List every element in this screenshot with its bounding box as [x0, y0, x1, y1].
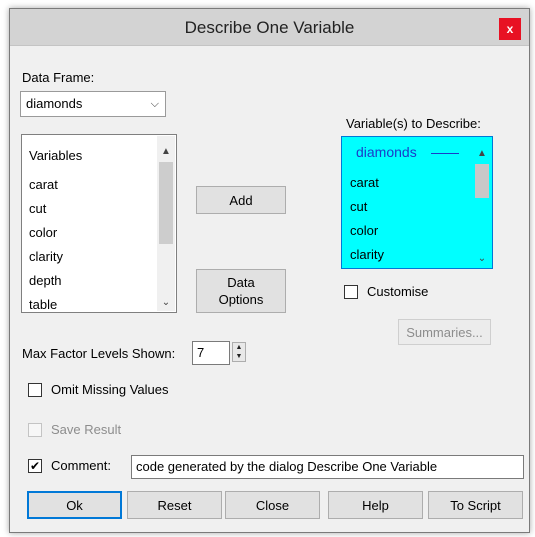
list-item[interactable]: color	[29, 225, 57, 240]
target-header: diamonds	[356, 144, 417, 160]
variables-listbox[interactable]: Variables carat cut color clarity depth …	[21, 134, 177, 313]
close-button[interactable]: Close	[225, 491, 320, 519]
max-factor-stepper[interactable]: ▲ ▼	[232, 342, 246, 362]
variables-scrollbar[interactable]: ▲ ⌄	[157, 136, 175, 311]
arrow-up-icon[interactable]: ▲	[233, 343, 245, 352]
title-bar[interactable]: Describe One Variable x	[10, 9, 529, 46]
list-item[interactable]: carat	[29, 177, 58, 192]
data-frame-value: diamonds	[26, 96, 83, 111]
dialog-window: Describe One Variable x Data Frame: diam…	[9, 8, 530, 533]
arrow-up-icon[interactable]: ▲	[473, 144, 491, 162]
omit-missing-checkbox[interactable]	[28, 383, 42, 397]
chevron-down-icon[interactable]: ▼	[233, 352, 245, 361]
omit-missing-label: Omit Missing Values	[51, 382, 169, 397]
max-factor-input[interactable]: 7	[192, 341, 230, 365]
list-item[interactable]: cut	[350, 199, 367, 214]
save-result-checkbox[interactable]	[28, 423, 42, 437]
chevron-down-icon[interactable]: ⌄	[473, 249, 491, 267]
list-item[interactable]: clarity	[29, 249, 63, 264]
data-options-button[interactable]: Data Options	[196, 269, 286, 313]
variables-header: Variables	[29, 148, 83, 163]
close-icon: x	[506, 22, 514, 36]
list-item[interactable]: clarity	[350, 247, 384, 262]
arrow-up-icon[interactable]: ▲	[157, 142, 175, 160]
comment-label: Comment:	[51, 458, 111, 473]
help-button[interactable]: Help	[328, 491, 423, 519]
customise-checkbox[interactable]	[344, 285, 358, 299]
data-frame-label: Data Frame:	[22, 70, 95, 85]
target-label: Variable(s) to Describe:	[346, 116, 481, 131]
window-title: Describe One Variable	[184, 18, 355, 37]
max-factor-label: Max Factor Levels Shown:	[22, 346, 176, 361]
to-script-button[interactable]: To Script	[428, 491, 523, 519]
ok-button[interactable]: Ok	[27, 491, 122, 519]
summaries-button[interactable]: Summaries...	[398, 319, 491, 345]
comment-checkbox[interactable]: ✔	[28, 459, 42, 473]
reset-button[interactable]: Reset	[127, 491, 222, 519]
data-frame-select[interactable]: diamonds ⌵	[20, 91, 166, 117]
chevron-down-icon[interactable]: ⌄	[157, 293, 175, 311]
scroll-thumb[interactable]	[475, 164, 489, 198]
comment-input[interactable]: code generated by the dialog Describe On…	[131, 455, 524, 479]
add-button[interactable]: Add	[196, 186, 286, 214]
save-result-label: Save Result	[51, 422, 122, 437]
customise-label: Customise	[367, 284, 429, 299]
scroll-thumb[interactable]	[159, 162, 173, 244]
list-item[interactable]: depth	[29, 273, 62, 288]
list-item[interactable]: color	[350, 223, 378, 238]
list-item[interactable]: cut	[29, 201, 46, 216]
check-icon: ✔	[29, 459, 41, 473]
close-window-button[interactable]: x	[499, 18, 521, 40]
list-item[interactable]: carat	[350, 175, 379, 190]
target-scrollbar[interactable]: ▲ ⌄	[473, 138, 491, 267]
chevron-down-icon: ⌵	[150, 98, 159, 110]
header-divider	[431, 153, 459, 154]
list-item[interactable]: table	[29, 297, 57, 312]
target-variables-listbox[interactable]: diamonds carat cut color clarity ▲ ⌄	[341, 136, 493, 269]
